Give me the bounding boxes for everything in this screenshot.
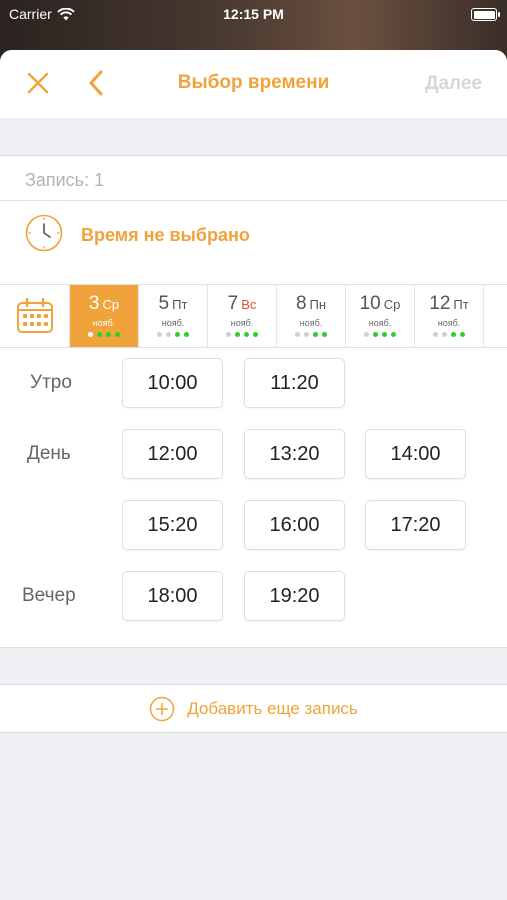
date-cell-14[interactable]: 14 xyxy=(484,285,507,347)
navigation-bar: Выбор времени Далее xyxy=(0,50,507,118)
date-month: нояб. xyxy=(230,318,254,328)
date-weekday: Пн xyxy=(309,297,327,312)
time-slot[interactable]: 11:20 xyxy=(244,358,345,408)
availability-dots xyxy=(433,332,465,337)
date-cell-8[interactable]: 8 Пн нояб. xyxy=(277,285,346,347)
date-number: 12 xyxy=(429,293,451,314)
date-month: нояб. xyxy=(299,318,323,328)
time-status-text: Время не выбрано xyxy=(81,225,250,245)
time-slots-section: Утро 10:00 11:20 День 12:00 13:20 14:00 … xyxy=(0,348,507,648)
time-slot[interactable]: 19:20 xyxy=(244,571,345,621)
date-cell-3[interactable]: 3 Ср нояб. xyxy=(70,285,139,347)
availability-dots xyxy=(226,332,258,337)
time-slot[interactable]: 13:20 xyxy=(244,429,345,479)
date-cell-12[interactable]: 12 Пт нояб. xyxy=(415,285,484,347)
plus-circle-icon xyxy=(149,696,175,721)
time-slot[interactable]: 16:00 xyxy=(244,500,345,550)
date-cell-5[interactable]: 5 Пт нояб. xyxy=(139,285,208,347)
time-slot[interactable]: 14:00 xyxy=(365,429,466,479)
date-number: 5 xyxy=(158,293,170,314)
date-weekday: Пт xyxy=(453,297,469,312)
date-month: нояб. xyxy=(437,318,461,328)
date-number: 7 xyxy=(227,293,239,314)
calendar-icon xyxy=(16,298,53,333)
divider xyxy=(0,200,507,201)
entry-label: Запись: 1 xyxy=(25,170,105,190)
date-month: нояб. xyxy=(368,318,392,328)
date-number: 10 xyxy=(359,293,381,314)
time-slot[interactable]: 17:20 xyxy=(365,500,466,550)
date-number: 3 xyxy=(88,293,100,314)
date-month: нояб. xyxy=(92,318,116,328)
date-weekday: Пт xyxy=(172,297,188,312)
time-slot[interactable]: 15:20 xyxy=(122,500,223,550)
calendar-button[interactable] xyxy=(0,285,70,347)
status-time: 12:15 PM xyxy=(223,6,284,22)
status-bar: Carrier 12:15 PM xyxy=(0,0,507,30)
date-weekday: Ср xyxy=(383,297,401,312)
battery-icon xyxy=(471,8,500,21)
dates-strip[interactable]: 3 Ср нояб. 5 Пт нояб. 7 Вс нояб. 8 Пн нояб. … xyxy=(0,284,507,348)
clock-icon xyxy=(25,214,63,252)
time-picker-sheet: Выбор времени Далее Запись: 1 Время не в… xyxy=(0,50,507,900)
availability-dots xyxy=(295,332,327,337)
availability-dots xyxy=(88,332,120,337)
availability-dots xyxy=(364,332,396,337)
time-slot[interactable]: 12:00 xyxy=(122,429,223,479)
date-number: 8 xyxy=(295,293,307,314)
date-weekday: Ср xyxy=(102,297,120,312)
add-entry-label: Добавить еще запись xyxy=(187,698,358,718)
time-slot[interactable]: 18:00 xyxy=(122,571,223,621)
add-entry-button[interactable]: Добавить еще запись xyxy=(0,684,507,733)
date-cell-7[interactable]: 7 Вс нояб. xyxy=(208,285,277,347)
date-cell-10[interactable]: 10 Ср нояб. xyxy=(346,285,415,347)
period-label-evening: Вечер xyxy=(22,585,76,606)
period-label-morning: Утро xyxy=(30,372,72,393)
date-month: нояб. xyxy=(161,318,185,328)
next-button[interactable]: Далее xyxy=(425,73,482,95)
date-weekday: Вс xyxy=(241,297,257,312)
period-label-day: День xyxy=(27,443,71,464)
availability-dots xyxy=(157,332,189,337)
time-slot[interactable]: 10:00 xyxy=(122,358,223,408)
